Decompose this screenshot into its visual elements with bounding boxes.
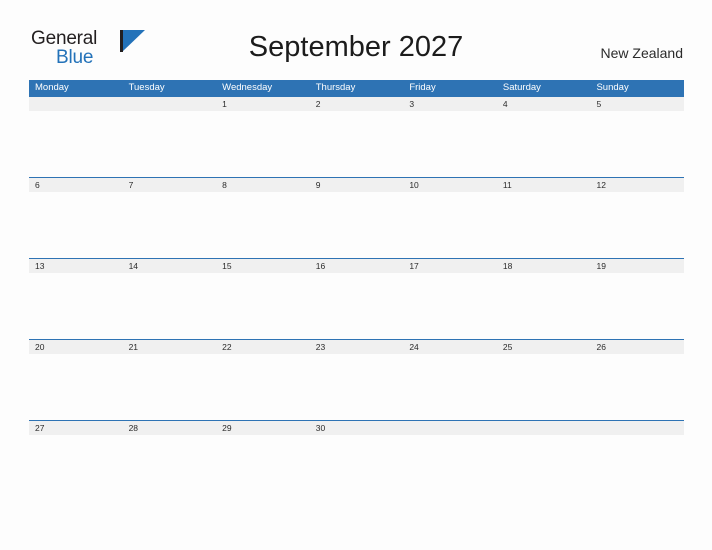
day-cell[interactable]: 6 [29,178,123,192]
day-cell[interactable]: 23 [310,340,404,354]
weekday-header-tuesday: Tuesday [128,82,165,93]
day-cell[interactable]: 21 [123,340,217,354]
page-header: General Blue September 2027 New Zealand [0,0,712,78]
day-cell[interactable]: 24 [403,340,497,354]
week-date-band: 1 2 3 4 5 [29,96,684,111]
weekday-header-saturday: Saturday [502,82,541,93]
week-note-area[interactable] [29,111,684,177]
weekday-header-monday: Monday [35,82,69,93]
calendar-grid: Monday Tuesday Wednesday Thursday Friday… [29,80,684,501]
day-cell[interactable]: 5 [590,97,684,111]
day-cell[interactable]: 1 [216,97,310,111]
week-note-area[interactable] [29,354,684,420]
day-cell[interactable]: 28 [123,421,217,435]
week-date-band: 6 7 8 9 10 11 12 [29,177,684,192]
week-date-band: 13 14 15 16 17 18 19 [29,258,684,273]
day-cell[interactable]: 14 [123,259,217,273]
day-cell[interactable]: 30 [310,421,404,435]
day-cell[interactable]: 18 [497,259,591,273]
weekday-header-row: Monday Tuesday Wednesday Thursday Friday… [29,80,684,96]
week-note-area[interactable] [29,192,684,258]
day-cell[interactable]: 29 [216,421,310,435]
day-cell[interactable]: 17 [403,259,497,273]
day-cell[interactable]: 10 [403,178,497,192]
week-date-band: 27 28 29 30 [29,420,684,435]
weekday-header-friday: Friday [409,82,436,93]
weekday-header-sunday: Sunday [596,82,629,93]
week-date-band: 20 21 22 23 24 25 26 [29,339,684,354]
day-cell[interactable] [29,97,123,111]
day-cell[interactable]: 3 [403,97,497,111]
week-note-area[interactable] [29,435,684,501]
weekday-header-wednesday: Wednesday [222,82,273,93]
weekday-header-thursday: Thursday [315,82,356,93]
week-row: 13 14 15 16 17 18 19 [29,258,684,339]
day-cell[interactable] [497,421,591,435]
day-cell[interactable] [123,97,217,111]
day-cell[interactable]: 16 [310,259,404,273]
week-note-area[interactable] [29,273,684,339]
day-cell[interactable]: 12 [590,178,684,192]
day-cell[interactable]: 20 [29,340,123,354]
day-cell[interactable]: 25 [497,340,591,354]
day-cell[interactable]: 27 [29,421,123,435]
week-row: 1 2 3 4 5 [29,96,684,177]
day-cell[interactable]: 7 [123,178,217,192]
week-row: 20 21 22 23 24 25 26 [29,339,684,420]
week-row: 6 7 8 9 10 11 12 [29,177,684,258]
day-cell[interactable]: 2 [310,97,404,111]
day-cell[interactable]: 22 [216,340,310,354]
week-row: 27 28 29 30 [29,420,684,501]
day-cell[interactable] [590,421,684,435]
day-cell[interactable]: 4 [497,97,591,111]
day-cell[interactable]: 19 [590,259,684,273]
region-label: New Zealand [600,45,684,61]
day-cell[interactable]: 8 [216,178,310,192]
day-cell[interactable]: 13 [29,259,123,273]
day-cell[interactable]: 15 [216,259,310,273]
day-cell[interactable]: 11 [497,178,591,192]
day-cell[interactable] [403,421,497,435]
calendar-page: General Blue September 2027 New Zealand … [0,0,712,550]
day-cell[interactable]: 9 [310,178,404,192]
day-cell[interactable]: 26 [590,340,684,354]
